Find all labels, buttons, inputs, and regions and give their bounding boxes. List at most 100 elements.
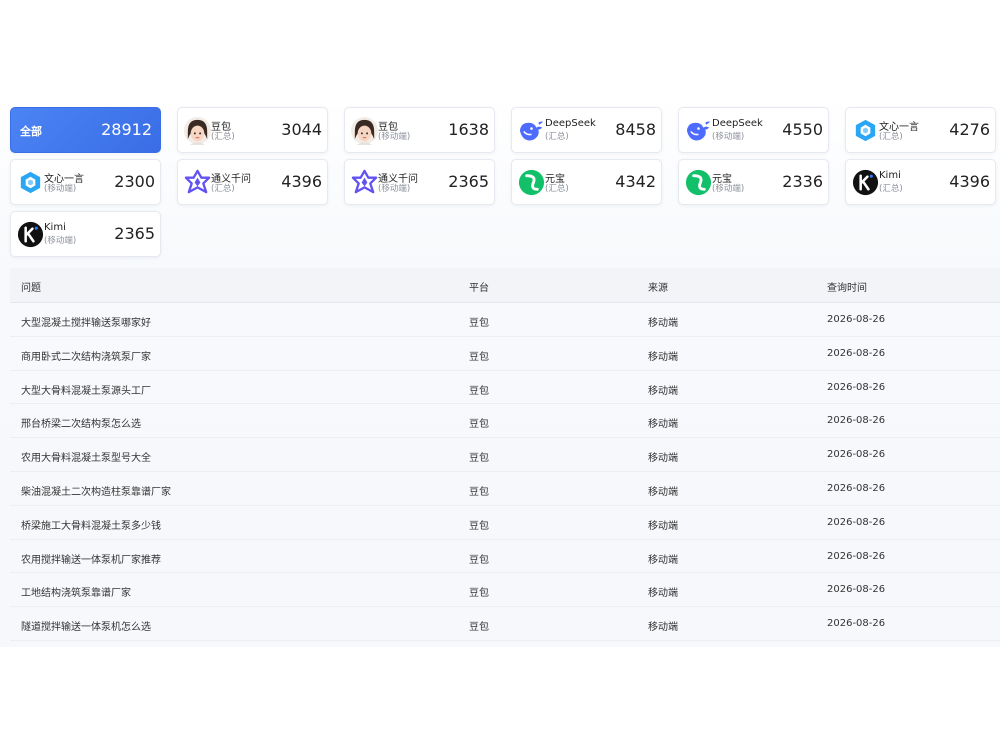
cell-query-time: 2026-08-26	[827, 516, 886, 528]
wenxin-cube-icon	[20, 171, 41, 194]
cell-question: 大型大骨料混凝土泵源头工厂	[21, 385, 151, 397]
card-count: 2336	[782, 172, 823, 191]
cell-question: 工地结构浇筑泵靠谱厂家	[21, 588, 131, 600]
card-count: 4342	[615, 172, 656, 191]
column-header-platform[interactable]: 平台	[469, 279, 489, 294]
cell-platform: 豆包	[469, 588, 489, 600]
card-sub: (汇总)	[879, 132, 903, 142]
card-count: 4276	[949, 120, 990, 139]
card-sub: (汇总)	[211, 184, 235, 194]
card-wenxin-mobile[interactable]: 文心一言 (移动端) 2300	[10, 159, 161, 205]
cell-question: 农用大骨料混凝土泵型号大全	[21, 453, 151, 465]
cell-query-time: 2026-08-26	[827, 482, 886, 494]
card-name: Kimi	[44, 222, 66, 233]
cell-source: 移动端	[648, 554, 678, 566]
card-count: 4550	[782, 120, 823, 139]
cell-query-time: 2026-08-26	[827, 381, 886, 393]
card-deepseek-mobile[interactable]: DeepSeek (移动端) 4550	[678, 107, 829, 153]
card-tongyi-mobile[interactable]: 通义千问 (移动端) 2365	[344, 159, 495, 205]
cell-query-time: 2026-08-26	[827, 449, 886, 461]
card-yuanbao-mobile[interactable]: 元宝 (移动端) 2336	[678, 159, 829, 205]
cell-question: 邢台桥梁二次结构泵怎么选	[21, 419, 141, 431]
card-sub: (移动端)	[378, 184, 411, 194]
card-sub: (汇总)	[879, 184, 903, 194]
kimi-icon	[17, 221, 44, 248]
cell-question: 大型混凝土搅拌输送泵哪家好	[21, 318, 151, 329]
table-row[interactable]: 农用大骨料混凝土泵型号大全 豆包 移动端 2026-08-26	[10, 438, 1000, 472]
tongyi-star-icon	[351, 169, 378, 194]
cell-question: 隧道搅拌输送一体泵机怎么选	[21, 622, 151, 634]
card-count: 8458	[615, 120, 656, 139]
card-count: 3044	[281, 120, 322, 139]
table-row[interactable]: 商用卧式二次结构浇筑泵厂家 豆包 移动端 2026-08-26	[10, 337, 1000, 371]
cell-platform: 豆包	[469, 622, 489, 634]
card-sub: (移动端)	[712, 132, 745, 142]
card-sub: (汇总)	[545, 184, 569, 194]
cell-platform: 豆包	[469, 351, 489, 363]
card-yuanbao-total[interactable]: 元宝 (汇总) 4342	[511, 159, 662, 205]
card-count: 4396	[281, 172, 322, 191]
table-row[interactable]: 大型混凝土搅拌输送泵哪家好 豆包 移动端 2026-08-26	[10, 303, 1000, 337]
card-sub: (汇总)	[211, 132, 235, 142]
cell-source: 移动端	[648, 453, 678, 465]
card-doubao-mobile[interactable]: 豆包 (移动端) 1638	[344, 107, 495, 153]
card-sub: (移动端)	[712, 184, 745, 194]
cell-platform: 豆包	[469, 385, 489, 397]
card-count: 2365	[448, 172, 489, 191]
card-name: Kimi	[879, 170, 901, 181]
card-count: 2365	[114, 224, 155, 243]
cell-query-time: 2026-08-26	[827, 415, 886, 427]
card-doubao-total[interactable]: 豆包 (汇总) 3044	[177, 107, 328, 153]
cell-source: 移动端	[648, 318, 678, 329]
cell-question: 农用搅拌输送一体泵机厂家推荐	[21, 554, 161, 566]
cell-source: 移动端	[648, 520, 678, 532]
card-sub: (汇总)	[545, 132, 569, 142]
card-count: 2300	[114, 172, 155, 191]
column-header-source[interactable]: 来源	[648, 279, 668, 294]
card-name: DeepSeek	[712, 118, 763, 129]
cell-query-time: 2026-08-26	[827, 347, 886, 359]
column-header-query-time[interactable]: 查询时间	[827, 279, 867, 294]
cell-platform: 豆包	[469, 453, 489, 465]
table-row[interactable]: 邢台桥梁二次结构泵怎么选 豆包 移动端 2026-08-26	[10, 404, 1000, 439]
cell-question: 桥梁施工大骨料混凝土泵多少钱	[21, 520, 161, 532]
table-row[interactable]: 工地结构浇筑泵靠谱厂家 豆包 移动端 2026-08-26	[10, 573, 1000, 608]
card-all-count: 28912	[101, 120, 152, 139]
table-header: 问题 平台 来源 查询时间	[10, 268, 1000, 303]
card-wenxin-total[interactable]: 文心一言 (汇总) 4276	[845, 107, 996, 153]
card-kimi-mobile[interactable]: Kimi (移动端) 2365	[10, 211, 161, 257]
wenxin-cube-icon	[855, 119, 876, 142]
cell-query-time: 2026-08-26	[827, 618, 886, 630]
query-table: 问题 平台 来源 查询时间 大型混凝土搅拌输送泵哪家好 豆包 移动端 2026-…	[10, 268, 1000, 641]
doubao-avatar-icon	[350, 116, 379, 145]
cell-source: 移动端	[648, 385, 678, 397]
cell-query-time: 2026-08-26	[827, 314, 886, 325]
card-kimi-total[interactable]: Kimi (汇总) 4396	[845, 159, 996, 205]
cell-source: 移动端	[648, 588, 678, 600]
table-row[interactable]: 农用搅拌输送一体泵机厂家推荐 豆包 移动端 2026-08-26	[10, 540, 1000, 574]
card-name: DeepSeek	[545, 118, 596, 129]
cell-platform: 豆包	[469, 554, 489, 566]
card-count: 1638	[448, 120, 489, 139]
kimi-icon	[852, 169, 879, 196]
table-row[interactable]: 柴油混凝土二次构造柱泵靠谱厂家 豆包 移动端 2026-08-26	[10, 472, 1000, 506]
card-count: 4396	[949, 172, 990, 191]
card-tongyi-total[interactable]: 通义千问 (汇总) 4396	[177, 159, 328, 205]
card-all-label: 全部	[20, 125, 42, 138]
yuanbao-icon	[685, 169, 712, 196]
cell-platform: 豆包	[469, 486, 489, 498]
cell-source: 移动端	[648, 486, 678, 498]
card-sub: (移动端)	[44, 236, 77, 246]
column-header-question[interactable]: 问题	[21, 279, 41, 294]
table-row[interactable]: 大型大骨料混凝土泵源头工厂 豆包 移动端 2026-08-26	[10, 371, 1000, 405]
cell-platform: 豆包	[469, 520, 489, 532]
deepseek-whale-icon	[686, 121, 711, 141]
card-all[interactable]: 全部 28912	[10, 107, 161, 153]
table-row[interactable]: 桥梁施工大骨料混凝土泵多少钱 豆包 移动端 2026-08-26	[10, 506, 1000, 540]
cell-source: 移动端	[648, 351, 678, 363]
deepseek-whale-icon	[519, 121, 544, 141]
cell-source: 移动端	[648, 622, 678, 634]
table-row[interactable]: 隧道搅拌输送一体泵机怎么选 豆包 移动端 2026-08-26	[10, 607, 1000, 641]
yuanbao-icon	[518, 169, 545, 196]
card-deepseek-total[interactable]: DeepSeek (汇总) 8458	[511, 107, 662, 153]
